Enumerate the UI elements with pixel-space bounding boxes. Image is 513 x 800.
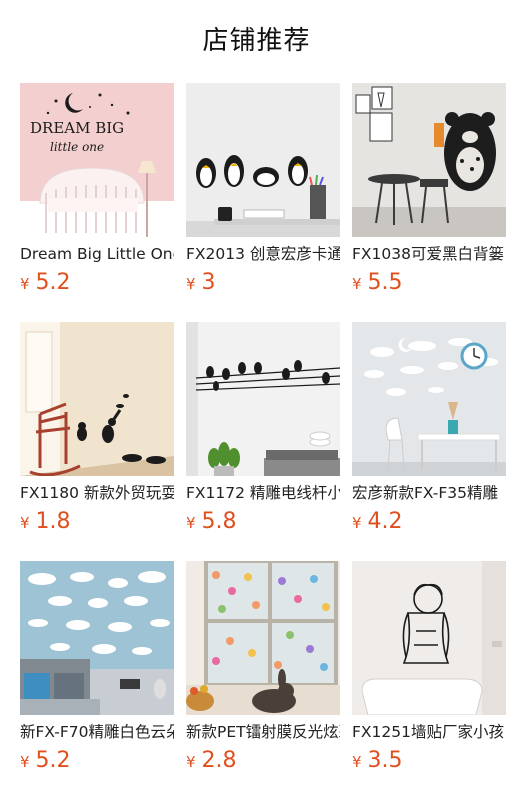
product-name[interactable]: 新FX-F70精雕白色云朵 — [20, 722, 174, 742]
product-card[interactable]: DREAM BIG little one Dream Big Little On… — [20, 83, 174, 297]
product-name[interactable]: Dream Big Little One — [20, 244, 174, 264]
currency-symbol: ¥ — [352, 514, 362, 532]
product-name[interactable]: FX1172 精雕电线杆小鸟 — [186, 483, 340, 503]
product-price: ¥5.8 — [186, 509, 340, 536]
product-card[interactable]: FX1180 新款外贸玩耍 ¥1.8 — [20, 322, 174, 536]
product-price: ¥1.8 — [20, 509, 174, 536]
product-image[interactable] — [20, 322, 174, 476]
product-card[interactable]: FX1251墙贴厂家小孩 ¥3.5 — [352, 561, 506, 775]
price-value: 2.8 — [201, 748, 237, 773]
currency-symbol: ¥ — [186, 275, 196, 293]
product-name[interactable]: 新款PET镭射膜反光炫彩 — [186, 722, 340, 742]
product-card[interactable]: FX1172 精雕电线杆小鸟 ¥5.8 — [186, 322, 340, 536]
product-name[interactable]: FX2013 创意宏彦卡通 — [186, 244, 340, 264]
currency-symbol: ¥ — [186, 753, 196, 771]
product-name[interactable]: FX1180 新款外贸玩耍 — [20, 483, 174, 503]
price-value: 5.2 — [35, 270, 71, 295]
price-value: 4.2 — [367, 509, 403, 534]
product-price: ¥3.5 — [352, 748, 506, 775]
product-price: ¥5.2 — [20, 270, 174, 297]
product-card[interactable]: FX1038可爱黑白背篓 ¥5.5 — [352, 83, 506, 297]
product-image[interactable] — [186, 322, 340, 476]
product-price: ¥5.5 — [352, 270, 506, 297]
product-name[interactable]: 宏彦新款FX-F35精雕 — [352, 483, 506, 503]
product-card[interactable]: FX2013 创意宏彦卡通 ¥3 — [186, 83, 340, 297]
image-text: DREAM BIG — [30, 119, 124, 137]
product-image[interactable] — [20, 561, 174, 715]
price-value: 3 — [201, 270, 216, 295]
currency-symbol: ¥ — [20, 275, 30, 293]
product-image[interactable]: DREAM BIG little one — [20, 83, 174, 237]
currency-symbol: ¥ — [186, 514, 196, 532]
image-text: little one — [50, 140, 104, 154]
product-image[interactable] — [352, 83, 506, 237]
currency-symbol: ¥ — [352, 275, 362, 293]
product-price: ¥3 — [186, 270, 340, 297]
product-price: ¥4.2 — [352, 509, 506, 536]
product-image[interactable] — [186, 83, 340, 237]
product-name[interactable]: FX1251墙贴厂家小孩 — [352, 722, 506, 742]
product-image[interactable] — [352, 322, 506, 476]
price-value: 1.8 — [35, 509, 71, 534]
product-price: ¥5.2 — [20, 748, 174, 775]
product-image[interactable] — [186, 561, 340, 715]
product-card[interactable]: 新FX-F70精雕白色云朵 ¥5.2 — [20, 561, 174, 775]
product-card[interactable]: 新款PET镭射膜反光炫彩 ¥2.8 — [186, 561, 340, 775]
product-price: ¥2.8 — [186, 748, 340, 775]
price-value: 3.5 — [367, 748, 403, 773]
product-image[interactable] — [352, 561, 506, 715]
price-value: 5.8 — [201, 509, 237, 534]
price-value: 5.2 — [35, 748, 71, 773]
currency-symbol: ¥ — [20, 753, 30, 771]
product-grid: DREAM BIG little one Dream Big Little On… — [0, 0, 513, 800]
price-value: 5.5 — [367, 270, 403, 295]
product-name[interactable]: FX1038可爱黑白背篓 — [352, 244, 506, 264]
product-card[interactable]: 宏彦新款FX-F35精雕 ¥4.2 — [352, 322, 506, 536]
currency-symbol: ¥ — [20, 514, 30, 532]
currency-symbol: ¥ — [352, 753, 362, 771]
